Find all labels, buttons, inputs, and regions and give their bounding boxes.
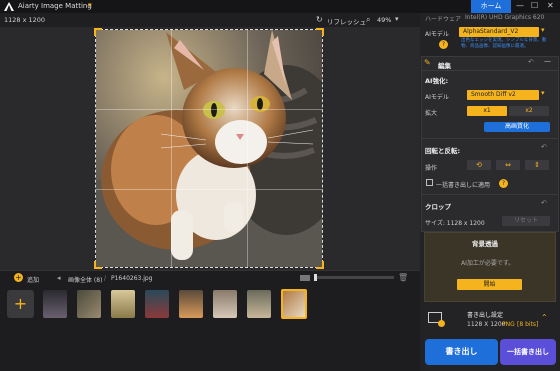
slider-handle[interactable] — [314, 274, 317, 281]
breadcrumb-separator: / — [104, 275, 107, 282]
undo-icon[interactable]: ↶ — [528, 58, 534, 66]
maximize-icon[interactable]: ☐ — [531, 1, 538, 10]
divider — [421, 70, 559, 71]
scale-x2-button[interactable]: x2 — [509, 106, 549, 116]
cat-photo[interactable] — [95, 29, 323, 268]
add-image-button[interactable]: + — [7, 290, 34, 318]
scale-label: 拡大 — [425, 110, 438, 117]
crop-handle-bottom-right[interactable] — [316, 261, 324, 269]
undo-icon[interactable]: ↶ — [541, 199, 547, 207]
menu-chevron-icon[interactable]: ▾ — [88, 1, 92, 9]
edit-title: 編集 — [438, 62, 451, 70]
zoom-icon[interactable]: ⌕ — [366, 15, 370, 25]
crop-grid-line — [247, 29, 248, 268]
chevron-down-icon[interactable]: ▾ — [541, 89, 545, 97]
flip-horizontal-icon[interactable]: ⇔ — [496, 160, 520, 170]
ai-model-hint: 出色なエッジを実現。シンプルな背景、動物、商品画像、認知画像に最適。 — [461, 38, 547, 49]
gear-icon[interactable] — [438, 320, 445, 327]
app-logo-icon — [4, 2, 14, 11]
batch-apply-checkbox[interactable] — [426, 179, 433, 186]
thumbnail[interactable] — [43, 290, 67, 318]
divider — [421, 194, 559, 195]
add-icon[interactable]: + — [14, 273, 23, 282]
image-dimensions: 1128 x 1200 — [4, 16, 46, 24]
export-dimensions: 1128 X 1200 — [467, 321, 506, 328]
divider — [0, 270, 420, 271]
rotate-title: 回転と反転: — [425, 147, 461, 155]
reset-button[interactable]: リセット — [502, 216, 550, 226]
arrow-left-icon[interactable]: ◂ — [57, 274, 61, 282]
thumbnail[interactable] — [179, 290, 203, 318]
crop-grid-line — [95, 189, 323, 190]
refresh-icon[interactable]: ↻ — [316, 15, 323, 24]
collapse-icon[interactable]: — — [544, 57, 551, 65]
export-button[interactable]: 書き出し — [425, 339, 498, 365]
thumbnail[interactable] — [213, 290, 237, 318]
export-settings-title: 書き出し設定 — [467, 312, 504, 319]
ai-model-dropdown[interactable]: AlphaStandard_V2 — [459, 27, 539, 37]
crop-title: クロップ — [425, 203, 451, 211]
rotate-icon[interactable]: ⟲ — [467, 160, 491, 170]
cat-photo-image — [96, 30, 322, 267]
expand-icon[interactable]: ⌃ — [541, 313, 548, 322]
edit-icon: ✎ — [424, 58, 431, 67]
zoom-value[interactable]: 49% — [377, 16, 391, 24]
minimize-icon[interactable]: — — [516, 1, 524, 10]
thumbnail[interactable] — [77, 290, 101, 318]
trash-icon[interactable]: 🗑 — [398, 273, 408, 282]
batch-apply-label: 一括書き出しに適用 — [436, 182, 491, 189]
home-button[interactable]: ホーム — [471, 0, 511, 13]
scale-x1-button[interactable]: x1 — [467, 106, 507, 116]
thumbnail[interactable] — [145, 290, 169, 318]
crop-grid-line — [171, 29, 172, 268]
thumbnail-size-slider[interactable] — [314, 276, 394, 279]
hardware-label: ハードウェア — [425, 16, 462, 23]
zoom-chevron-icon[interactable]: ▾ — [395, 15, 399, 23]
current-filename: P1640263.jpg — [111, 275, 153, 282]
export-format[interactable]: PNG — [502, 321, 515, 328]
app-title: Aiarty Image Matting — [18, 2, 92, 10]
crop-handle-bottom-left[interactable] — [94, 261, 102, 269]
add-button[interactable]: 追加 — [27, 275, 39, 284]
all-images-label[interactable]: 画像全体 (8) — [68, 275, 102, 284]
export-bits[interactable]: [8 bits] — [517, 321, 538, 328]
flip-vertical-icon[interactable]: ⇕ — [525, 160, 549, 170]
operation-label: 操作 — [425, 165, 438, 172]
crop-handle-top-left[interactable] — [94, 28, 102, 36]
refresh-button[interactable]: リフレッシュ — [327, 16, 366, 26]
help-icon[interactable]: ? — [439, 40, 448, 49]
chevron-down-icon[interactable]: ▾ — [541, 26, 545, 34]
bg-removal-title: 背景透過 — [472, 240, 498, 248]
crop-grid-line — [95, 109, 323, 110]
enhance-model-label: AIモデル — [425, 94, 449, 101]
undo-icon[interactable]: ↶ — [541, 143, 547, 151]
help-icon[interactable]: ? — [499, 179, 508, 188]
crop-size-label: サイズ: 1128 x 1200 — [425, 220, 485, 227]
image-icon[interactable] — [300, 275, 310, 281]
bg-removal-hint: AI加工が必要です。 — [461, 260, 515, 267]
hq-enhance-button[interactable]: 高画質化 — [484, 122, 550, 132]
start-button[interactable]: 開始 — [457, 279, 522, 290]
image-list-panel — [0, 270, 420, 371]
ai-enhance-title: AI強化: — [425, 77, 449, 85]
batch-export-button[interactable]: 一括書き出し — [500, 339, 556, 365]
thumbnail[interactable] — [247, 290, 271, 318]
hardware-value: Intel(R) UHD Graphics 620 — [465, 14, 545, 21]
thumbnail[interactable] — [111, 290, 135, 318]
close-icon[interactable]: ✕ — [547, 1, 554, 10]
enhance-model-dropdown[interactable]: Smooth Diff v2 — [467, 90, 539, 100]
thumbnail-selected[interactable] — [281, 289, 307, 319]
ai-model-label: AIモデル — [425, 31, 449, 38]
divider — [421, 138, 559, 139]
crop-handle-top-right[interactable] — [316, 28, 324, 36]
